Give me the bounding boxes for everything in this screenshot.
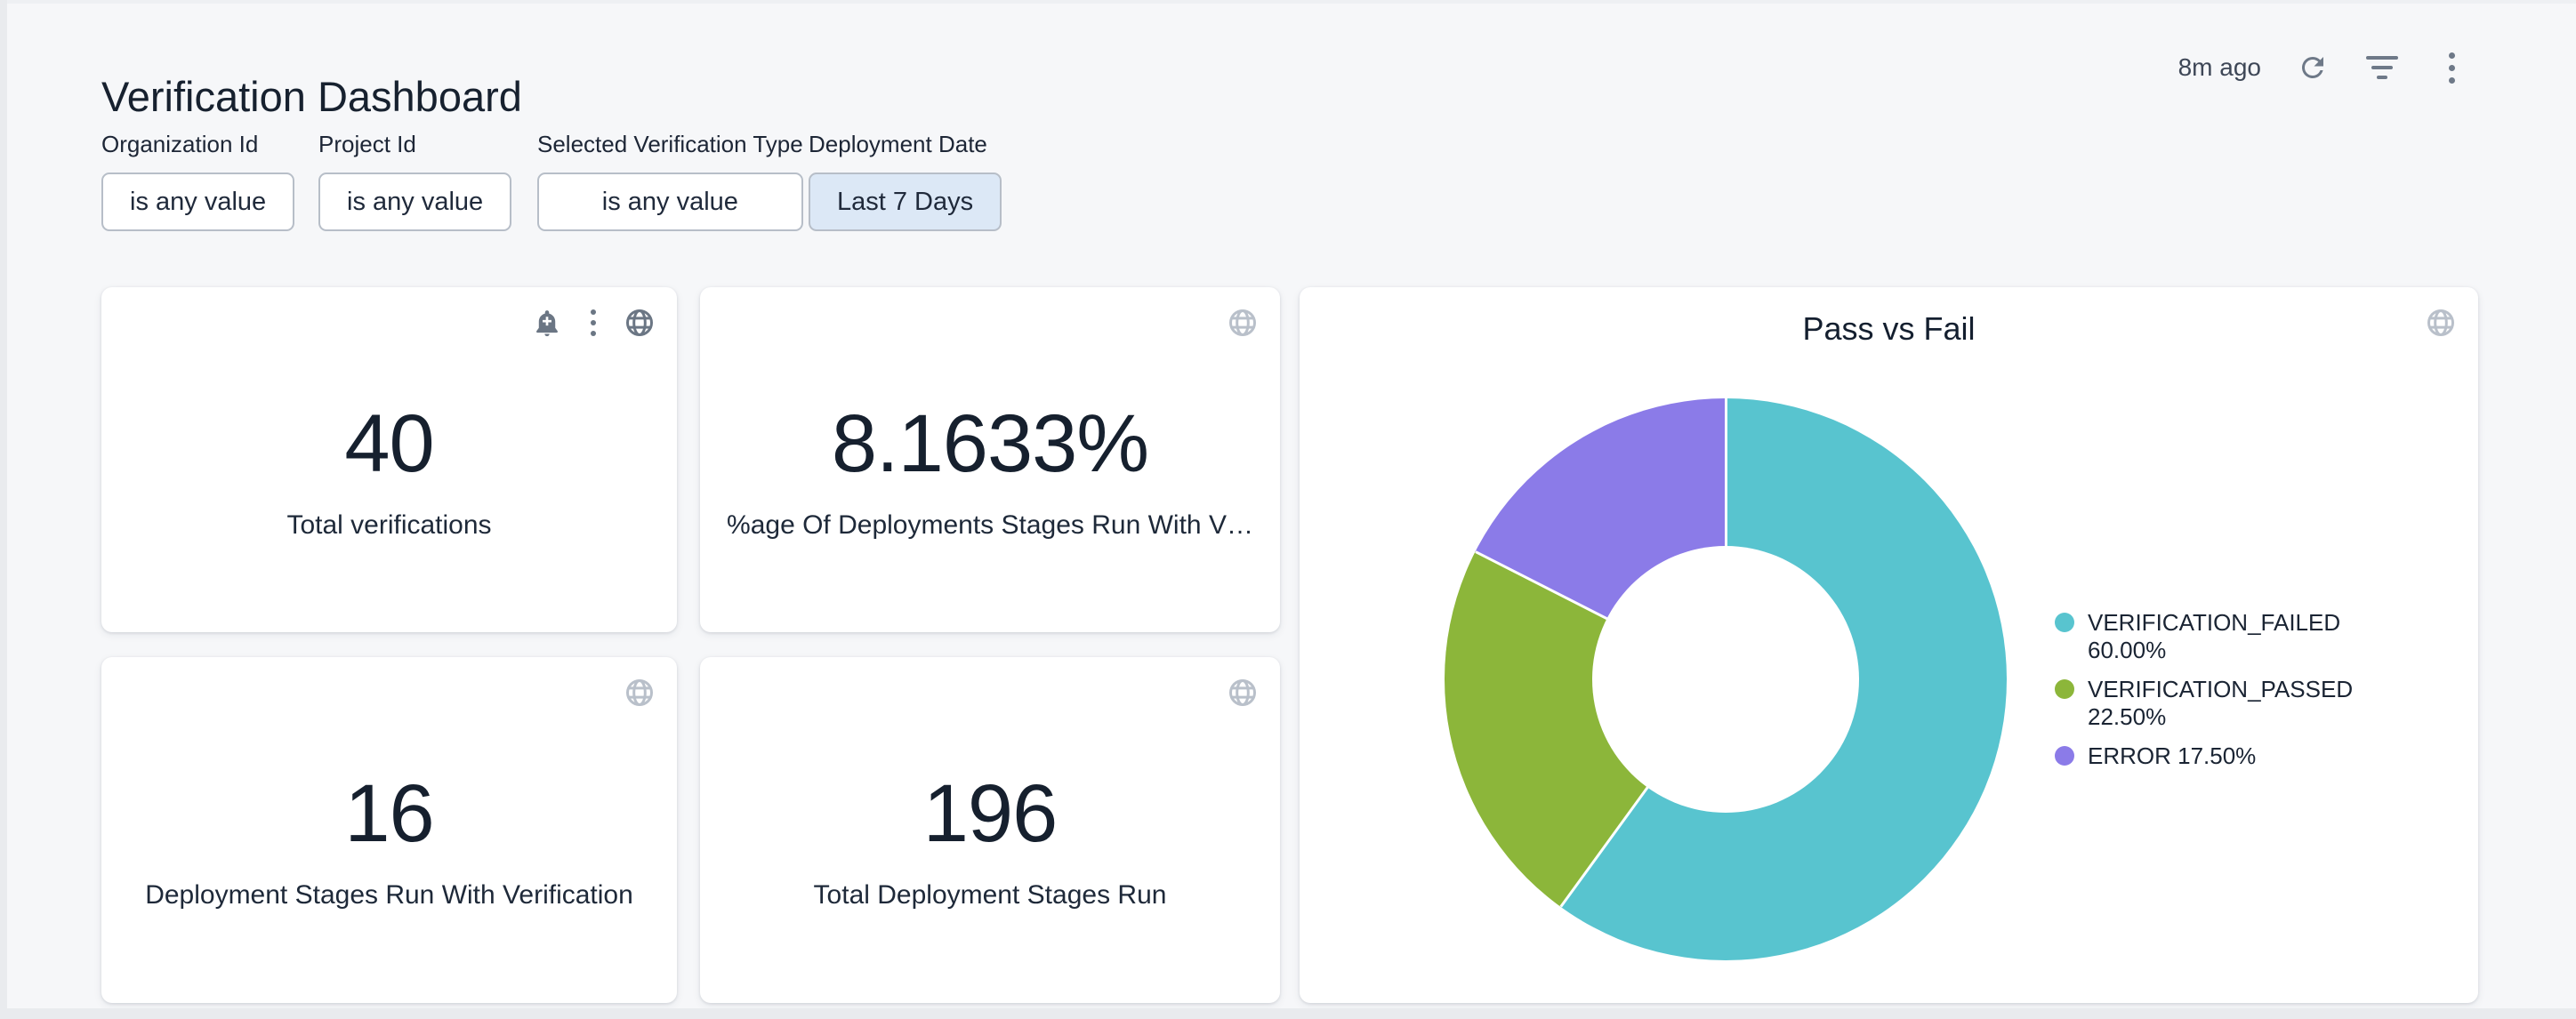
globe-icon[interactable] [1227, 307, 1259, 339]
header-actions: 8m ago [2178, 50, 2469, 85]
filter-project-id: Project Id is any value [318, 130, 511, 231]
filter-deployment-date: Deployment Date Last 7 Days [809, 130, 1002, 231]
filter-label: Organization Id [101, 130, 294, 158]
filter-project-id-value[interactable]: is any value [318, 173, 511, 231]
kebab-menu-icon[interactable] [2434, 50, 2469, 85]
alert-bell-plus-icon[interactable] [531, 307, 563, 339]
filter-verification-type-value[interactable]: is any value [537, 173, 803, 231]
legend-item-verification-failed[interactable]: VERIFICATION_FAILED 60.00% [2055, 609, 2353, 664]
filter-label: Project Id [318, 130, 511, 158]
kebab-menu-icon[interactable] [577, 307, 609, 339]
tile-value: 16 [101, 769, 677, 858]
tile-total-verifications: 40 Total verifications [101, 287, 677, 632]
legend-percent: 60.00% [2088, 637, 2340, 664]
page-bottom-edge [0, 1008, 2576, 1019]
globe-icon[interactable] [1227, 677, 1259, 709]
filter-organization-id-value[interactable]: is any value [101, 173, 294, 231]
page-left-edge [0, 0, 7, 1019]
pass-vs-fail-chart-card: Pass vs Fail VERIFICATION_FAILED 60.00% … [1300, 287, 2478, 1003]
donut-chart[interactable] [1445, 398, 2007, 960]
filter-icon[interactable] [2364, 50, 2400, 85]
filter-verification-type: Selected Verification Type is any value [537, 130, 803, 231]
filter-label: Selected Verification Type [537, 130, 803, 158]
last-refreshed-text: 8m ago [2178, 53, 2261, 82]
globe-icon[interactable] [624, 677, 656, 709]
tile-stages-run-with-verification: 16 Deployment Stages Run With Verificati… [101, 657, 677, 1003]
legend-item-error[interactable]: ERROR 17.50% [2055, 742, 2353, 770]
globe-icon[interactable] [624, 307, 656, 339]
chart-title: Pass vs Fail [1300, 309, 2478, 349]
legend-label: VERIFICATION_PASSED [2088, 676, 2353, 702]
legend-label: ERROR 17.50% [2088, 742, 2256, 769]
chart-legend: VERIFICATION_FAILED 60.00% VERIFICATION_… [2055, 609, 2353, 770]
tile-label: Total Deployment Stages Run [711, 878, 1269, 913]
page-top-edge [7, 0, 2576, 4]
tile-total-stages-run: 196 Total Deployment Stages Run [700, 657, 1280, 1003]
tile-value: 196 [700, 769, 1280, 858]
globe-icon[interactable] [2425, 307, 2457, 339]
legend-item-verification-passed[interactable]: VERIFICATION_PASSED 22.50% [2055, 676, 2353, 731]
tile-value: 40 [101, 399, 677, 488]
tile-pct-deployment-stages: 8.1633% %age Of Deployments Stages Run W… [700, 287, 1280, 632]
page-title: Verification Dashboard [101, 70, 522, 124]
legend-swatch-icon [2055, 613, 2074, 632]
tile-label: Total verifications [112, 508, 666, 543]
legend-swatch-icon [2055, 679, 2074, 699]
tile-value: 8.1633% [700, 399, 1280, 488]
tile-label: Deployment Stages Run With Verification [112, 878, 666, 913]
legend-label: VERIFICATION_FAILED [2088, 609, 2340, 636]
tile-label: %age Of Deployments Stages Run With V… [711, 508, 1269, 543]
filter-label: Deployment Date [809, 130, 1002, 158]
donut-hole [1592, 546, 1859, 813]
refresh-icon[interactable] [2295, 50, 2330, 85]
legend-swatch-icon [2055, 746, 2074, 766]
legend-percent: 22.50% [2088, 703, 2353, 731]
filter-organization-id: Organization Id is any value [101, 130, 294, 231]
filter-deployment-date-value[interactable]: Last 7 Days [809, 173, 1002, 231]
